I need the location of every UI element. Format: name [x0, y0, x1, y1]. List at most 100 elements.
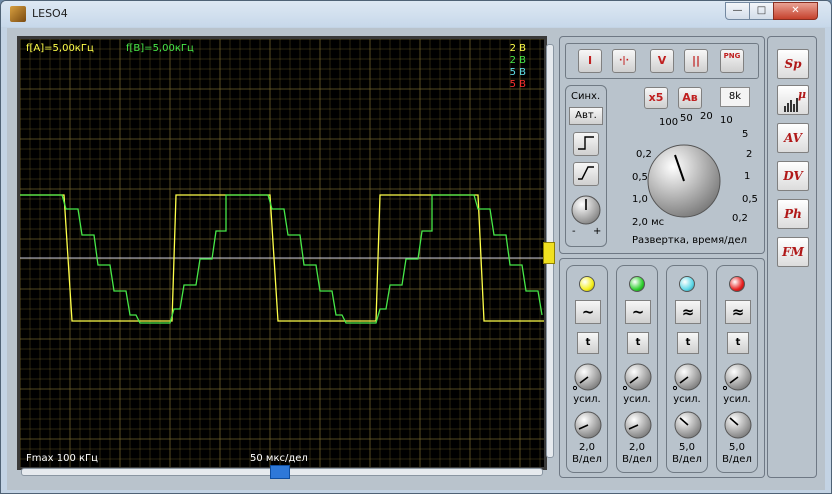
channel-c-vdiv-label: 5,0 В/дел — [667, 442, 707, 466]
channel-b-led[interactable] — [629, 276, 645, 292]
sync-group: Синх. Авт. - + — [565, 85, 607, 247]
sweep-knob[interactable] — [644, 141, 724, 221]
channel-c-gain-knob[interactable] — [673, 362, 703, 392]
channels-panel: ~ t усил. 2,0 В/дел ~ t усил. 2,0 В/дел ≈ … — [559, 258, 765, 478]
title-bar: LESO4 — □ ✕ — [1, 1, 831, 27]
sweep-tick: 0,5 — [632, 172, 648, 183]
run-button[interactable]: I — [578, 49, 602, 73]
channel-b-vdiv-unit: В/дел — [622, 454, 652, 465]
oscilloscope-screen[interactable]: f[A]=5,00кГц f[B]=5,00кГц 2 В 2 В 5 В 5 … — [20, 39, 544, 467]
freq-a-label: f[A]=5,00кГц — [26, 43, 94, 54]
app-icon — [10, 6, 26, 22]
trigger-level-thumb[interactable] — [543, 242, 555, 264]
scope-grid — [20, 39, 544, 467]
channel-d: ≈ t усил. 5,0 В/дел — [716, 265, 758, 473]
channel-b-vdiv-value: 2,0 — [629, 442, 645, 453]
minimize-button[interactable]: — — [725, 2, 750, 20]
spectrum-mode-button[interactable]: Sp — [777, 49, 809, 79]
client-area: f[A]=5,00кГц f[B]=5,00кГц 2 В 2 В 5 В 5 … — [7, 28, 825, 490]
channel-b-gain-label: усил. — [623, 394, 651, 405]
time-scroll-thumb[interactable] — [270, 465, 290, 479]
sync-auto-button[interactable]: Авт. — [569, 107, 603, 125]
av-mode-button[interactable]: AV — [777, 123, 809, 153]
channel-c-led[interactable] — [679, 276, 695, 292]
channel-a: ~ t усил. 2,0 В/дел — [566, 265, 608, 473]
volt-label-b: 2 В — [509, 55, 526, 66]
sweep-tick: 2,0 мс — [632, 217, 665, 228]
rising-edge-button[interactable] — [573, 132, 599, 156]
slope-edge-icon — [578, 166, 594, 180]
sync-level-knob[interactable] — [570, 194, 602, 226]
channel-a-vdiv-knob[interactable] — [573, 410, 603, 440]
channel-c-coupling-button[interactable]: ≈ — [675, 300, 701, 324]
channel-a-vdiv-unit: В/дел — [572, 454, 602, 465]
sweep-tick: 0,2 — [636, 149, 652, 160]
sweep-tick: 5 — [742, 129, 749, 140]
micro-mode-button[interactable]: μ — [777, 85, 809, 115]
channel-c: ≈ t усил. 5,0 В/дел — [666, 265, 708, 473]
x5-button[interactable]: x5 — [644, 87, 668, 109]
sweep-label: Развертка, время/дел — [632, 235, 747, 246]
voltmeter-button[interactable]: V — [650, 49, 674, 73]
sync-minus-label: - — [572, 226, 576, 237]
scope-frame: f[A]=5,00кГц f[B]=5,00кГц 2 В 2 В 5 В 5 … — [17, 36, 547, 470]
rising-edge-icon — [578, 136, 594, 150]
freq-b-label: f[B]=5,00кГц — [126, 43, 194, 54]
toolbar: I ·|· V || PNG — [565, 43, 759, 79]
channel-a-vdiv-value: 2,0 — [579, 442, 595, 453]
channel-c-t-button[interactable]: t — [677, 332, 699, 354]
channel-a-gain-knob[interactable] — [573, 362, 603, 392]
sweep-tick: 2 — [746, 149, 753, 160]
channel-b-vdiv-label: 2,0 В/дел — [617, 442, 657, 466]
channel-c-vdiv-knob[interactable] — [673, 410, 703, 440]
auto-sweep-button[interactable]: Aв — [678, 87, 702, 109]
volt-label-d: 5 В — [509, 79, 526, 90]
channel-d-vdiv-knob[interactable] — [723, 410, 753, 440]
channel-a-led[interactable] — [579, 276, 595, 292]
channel-d-t-button[interactable]: t — [727, 332, 749, 354]
channel-b-coupling-button[interactable]: ~ — [625, 300, 651, 324]
fmax-label: Fmax 100 кГц — [26, 453, 98, 464]
time-div-label: 50 мкс/дел — [250, 453, 308, 464]
channel-c-vdiv-value: 5,0 — [679, 442, 695, 453]
channel-b: ~ t усил. 2,0 В/дел — [616, 265, 658, 473]
volt-label-a: 2 В — [509, 43, 526, 54]
channel-b-vdiv-knob[interactable] — [623, 410, 653, 440]
cursor-button[interactable]: ·|· — [612, 49, 636, 73]
channel-d-vdiv-unit: В/дел — [722, 454, 752, 465]
window-title: LESO4 — [32, 7, 68, 20]
channel-b-gain-knob[interactable] — [623, 362, 653, 392]
sample-count-field[interactable]: 8k — [720, 87, 750, 107]
channel-c-gain-label: усил. — [673, 394, 701, 405]
slope-edge-button[interactable] — [573, 162, 599, 186]
channel-d-vdiv-label: 5,0 В/дел — [717, 442, 757, 466]
sync-plus-label: + — [593, 226, 602, 237]
sweep-tick: 10 — [720, 115, 733, 126]
channel-a-t-button[interactable]: t — [577, 332, 599, 354]
sync-title: Синх. — [571, 91, 601, 102]
sweep-tick: 1 — [744, 171, 751, 182]
fm-mode-button[interactable]: FM — [777, 237, 809, 267]
channel-a-vdiv-label: 2,0 В/дел — [567, 442, 607, 466]
time-scroll-slider[interactable] — [21, 465, 543, 479]
channel-b-t-button[interactable]: t — [627, 332, 649, 354]
maximize-button[interactable]: □ — [749, 2, 774, 20]
close-button[interactable]: ✕ — [773, 2, 818, 20]
micro-label: μ — [798, 88, 806, 101]
pause-button[interactable]: || — [684, 49, 708, 73]
sweep-tick: 1,0 — [632, 194, 648, 205]
volt-label-c: 5 В — [509, 67, 526, 78]
sweep-tick: 20 — [700, 111, 713, 122]
channel-d-vdiv-value: 5,0 — [729, 442, 745, 453]
dv-mode-button[interactable]: DV — [777, 161, 809, 191]
channel-d-coupling-button[interactable]: ≈ — [725, 300, 751, 324]
channel-d-gain-knob[interactable] — [723, 362, 753, 392]
channel-d-gain-label: усил. — [723, 394, 751, 405]
phase-mode-button[interactable]: Ph — [777, 199, 809, 229]
save-png-button[interactable]: PNG — [720, 49, 744, 73]
channel-a-gain-label: усил. — [573, 394, 601, 405]
channel-a-coupling-button[interactable]: ~ — [575, 300, 601, 324]
channel-c-vdiv-unit: В/дел — [672, 454, 702, 465]
sweep-tick: 0,2 — [732, 213, 748, 224]
channel-d-led[interactable] — [729, 276, 745, 292]
